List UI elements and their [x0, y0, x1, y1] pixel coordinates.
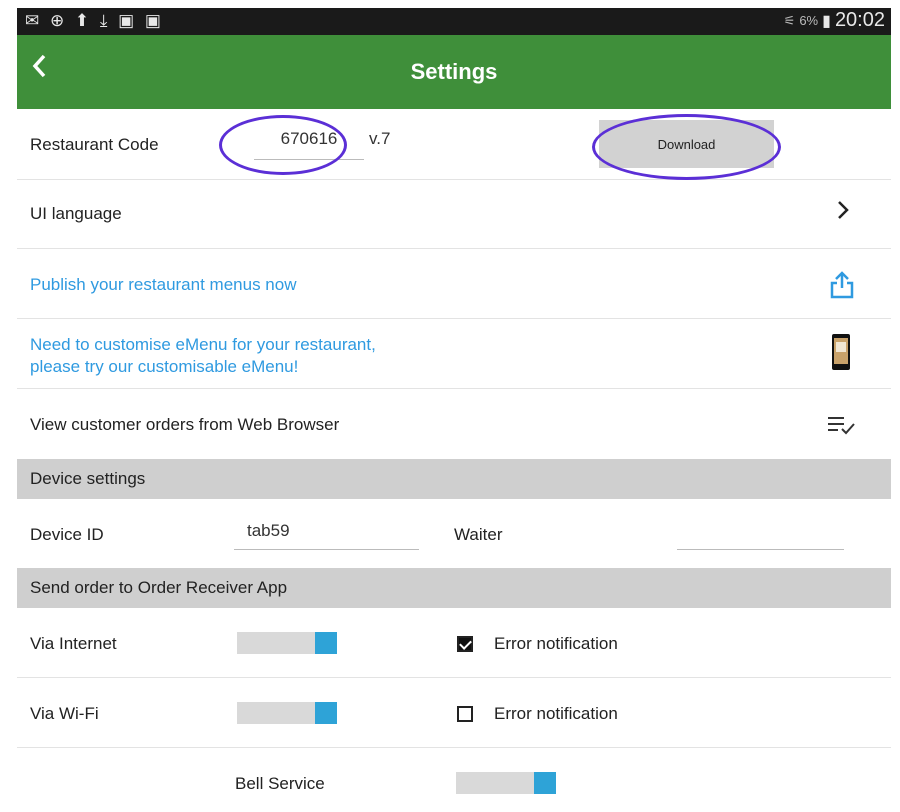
publish-row[interactable]: Publish your restaurant menus now [17, 249, 891, 319]
restaurant-code-label: Restaurant Code [30, 135, 159, 154]
via-internet-row: Via Internet Error notification [17, 608, 891, 678]
device-id-row: Device ID tab59 Waiter [17, 499, 891, 567]
waiter-label: Waiter [454, 525, 503, 544]
customise-line2: please try our customisable eMenu! [30, 357, 299, 376]
view-orders-row[interactable]: View customer orders from Web Browser [17, 389, 891, 458]
device-settings-title: Device settings [30, 469, 146, 488]
app-bar: Settings [17, 35, 891, 109]
via-wifi-label: Via Wi-Fi [30, 704, 99, 723]
device-id-label: Device ID [30, 525, 104, 544]
battery-percent: 6% [799, 13, 819, 28]
toggle-knob [315, 632, 337, 654]
phone-app-icon[interactable] [831, 333, 851, 376]
view-orders-label: View customer orders from Web Browser [30, 415, 340, 434]
highlight-circle [592, 114, 781, 180]
waiter-input[interactable] [677, 521, 844, 550]
highlight-circle [219, 115, 347, 175]
send-order-title: Send order to Order Receiver App [30, 578, 288, 597]
internet-error-checkbox[interactable] [457, 636, 473, 652]
via-internet-toggle[interactable] [237, 632, 337, 654]
send-order-header: Send order to Order Receiver App [17, 568, 891, 608]
via-wifi-row: Via Wi-Fi Error notification [17, 678, 891, 748]
version-label: v.7 [369, 129, 391, 148]
ui-language-label: UI language [30, 204, 122, 223]
toggle-knob [534, 772, 556, 794]
notification-icons: ✉ ⊕ ⬆ ⤓ ▣ ▣ [25, 11, 164, 30]
via-wifi-toggle[interactable] [237, 702, 337, 724]
page-title: Settings [410, 59, 498, 84]
bell-service-row: Bell Service [17, 748, 891, 812]
ui-language-row[interactable]: UI language [17, 180, 891, 249]
customise-line1: Need to customise eMenu for your restaur… [30, 335, 376, 354]
internet-error-label: Error notification [494, 634, 618, 653]
customise-link[interactable]: Need to customise eMenu for your restaur… [30, 334, 376, 378]
checklist-icon[interactable] [827, 415, 855, 440]
battery-icon: ▮ [822, 12, 831, 30]
customise-row[interactable]: Need to customise eMenu for your restaur… [17, 319, 891, 389]
share-upload-icon[interactable] [829, 271, 855, 304]
wifi-error-checkbox[interactable] [457, 706, 473, 722]
wifi-error-label: Error notification [494, 704, 618, 723]
via-internet-label: Via Internet [30, 634, 117, 653]
bell-service-label: Bell Service [235, 774, 325, 793]
toggle-knob [315, 702, 337, 724]
chevron-right-icon [837, 200, 849, 226]
status-bar: ✉ ⊕ ⬆ ⤓ ▣ ▣ ⚟ 6% ▮ 20:02 [17, 8, 891, 35]
device-id-input[interactable]: tab59 [234, 521, 419, 550]
bell-service-toggle[interactable] [456, 772, 556, 794]
device-settings-header: Device settings [17, 459, 891, 499]
clock: 20:02 [834, 9, 885, 31]
wifi-icon: ⚟ [783, 12, 796, 28]
publish-link[interactable]: Publish your restaurant menus now [30, 275, 296, 295]
